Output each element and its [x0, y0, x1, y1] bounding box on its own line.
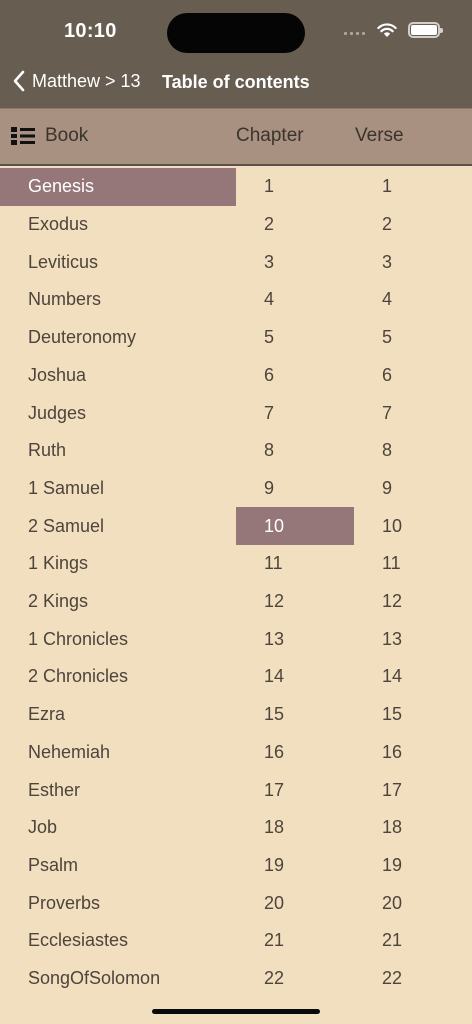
battery-icon — [408, 22, 443, 38]
chapter-item[interactable]: 20 — [236, 884, 354, 922]
book-item[interactable]: Nehemiah — [0, 734, 236, 772]
home-indicator — [152, 1009, 320, 1014]
status-time: 10:10 — [64, 20, 117, 42]
chevron-left-icon — [13, 70, 25, 92]
chapter-item[interactable]: 10 — [236, 507, 354, 545]
chapter-item[interactable]: 14 — [236, 658, 354, 696]
verse-item[interactable]: 19 — [354, 847, 472, 885]
book-item[interactable]: Numbers — [0, 281, 236, 319]
navigation-bar: 10:10 Matthew > 13 Table of contents — [0, 0, 472, 108]
chapter-item[interactable]: 7 — [236, 394, 354, 432]
book-item[interactable]: Ezra — [0, 696, 236, 734]
chapter-item[interactable]: 12 — [236, 583, 354, 621]
chapter-item[interactable]: 13 — [236, 620, 354, 658]
chapter-item[interactable]: 17 — [236, 771, 354, 809]
book-item[interactable]: Joshua — [0, 357, 236, 395]
book-item[interactable]: Deuteronomy — [0, 319, 236, 357]
back-button[interactable]: Matthew > 13 — [12, 70, 141, 92]
verse-item[interactable]: 15 — [354, 696, 472, 734]
verse-item[interactable]: 8 — [354, 432, 472, 470]
wifi-icon — [377, 23, 397, 37]
verse-item[interactable]: 2 — [354, 206, 472, 244]
column-header: Book Chapter Verse — [0, 108, 472, 166]
chapter-item[interactable]: 19 — [236, 847, 354, 885]
verse-item[interactable]: 10 — [354, 507, 472, 545]
verse-item[interactable]: 1 — [354, 168, 472, 206]
dynamic-island — [167, 13, 305, 53]
verse-item[interactable]: 16 — [354, 734, 472, 772]
verse-item[interactable]: 6 — [354, 357, 472, 395]
book-item[interactable]: Exodus — [0, 206, 236, 244]
status-indicators — [344, 22, 443, 38]
book-item[interactable]: SongOfSolomon — [0, 960, 236, 998]
chapter-item[interactable]: 21 — [236, 922, 354, 960]
book-item[interactable]: 2 Kings — [0, 583, 236, 621]
verse-item[interactable]: 3 — [354, 243, 472, 281]
chapter-item[interactable]: 6 — [236, 357, 354, 395]
book-item[interactable]: Ruth — [0, 432, 236, 470]
page-title: Table of contents — [162, 72, 310, 92]
book-item[interactable]: Genesis — [0, 168, 236, 206]
verse-item[interactable]: 5 — [354, 319, 472, 357]
book-item[interactable]: 2 Chronicles — [0, 658, 236, 696]
verse-item[interactable]: 17 — [354, 771, 472, 809]
book-item[interactable]: Proverbs — [0, 884, 236, 922]
chapter-item[interactable]: 2 — [236, 206, 354, 244]
book-item[interactable]: Psalm — [0, 847, 236, 885]
table-of-contents-screen: 10:10 Matthew > 13 Table of contents Boo… — [0, 0, 472, 1024]
verse-item[interactable]: 22 — [354, 960, 472, 998]
header-chapter: Chapter — [236, 125, 304, 146]
back-label: Matthew > 13 — [32, 70, 141, 91]
chapter-item[interactable]: 22 — [236, 960, 354, 998]
book-item[interactable]: 2 Samuel — [0, 507, 236, 545]
book-item[interactable]: Judges — [0, 394, 236, 432]
verse-item[interactable]: 12 — [354, 583, 472, 621]
chapter-item[interactable]: 4 — [236, 281, 354, 319]
chapter-item[interactable]: 16 — [236, 734, 354, 772]
chapter-item[interactable]: 5 — [236, 319, 354, 357]
header-verse: Verse — [355, 125, 404, 146]
chapter-item[interactable]: 1 — [236, 168, 354, 206]
list-icon[interactable] — [11, 126, 35, 146]
book-item[interactable]: 1 Kings — [0, 545, 236, 583]
chapter-item[interactable]: 3 — [236, 243, 354, 281]
verse-item[interactable]: 4 — [354, 281, 472, 319]
book-item[interactable]: 1 Samuel — [0, 470, 236, 508]
verse-item[interactable]: 9 — [354, 470, 472, 508]
book-item[interactable]: Job — [0, 809, 236, 847]
verse-item[interactable]: 7 — [354, 394, 472, 432]
chapter-item[interactable]: 18 — [236, 809, 354, 847]
verse-item[interactable]: 11 — [354, 545, 472, 583]
chapter-item[interactable]: 15 — [236, 696, 354, 734]
chapter-item[interactable]: 11 — [236, 545, 354, 583]
verse-item[interactable]: 21 — [354, 922, 472, 960]
cellular-signal-icon — [344, 23, 366, 37]
verse-item[interactable]: 13 — [354, 620, 472, 658]
book-item[interactable]: Esther — [0, 771, 236, 809]
chapter-item[interactable]: 9 — [236, 470, 354, 508]
header-book: Book — [45, 125, 89, 146]
book-item[interactable]: Leviticus — [0, 243, 236, 281]
verse-item[interactable]: 20 — [354, 884, 472, 922]
book-item[interactable]: Ecclesiastes — [0, 922, 236, 960]
verse-item[interactable]: 18 — [354, 809, 472, 847]
book-item[interactable]: 1 Chronicles — [0, 620, 236, 658]
verse-item[interactable]: 14 — [354, 658, 472, 696]
chapter-item[interactable]: 8 — [236, 432, 354, 470]
